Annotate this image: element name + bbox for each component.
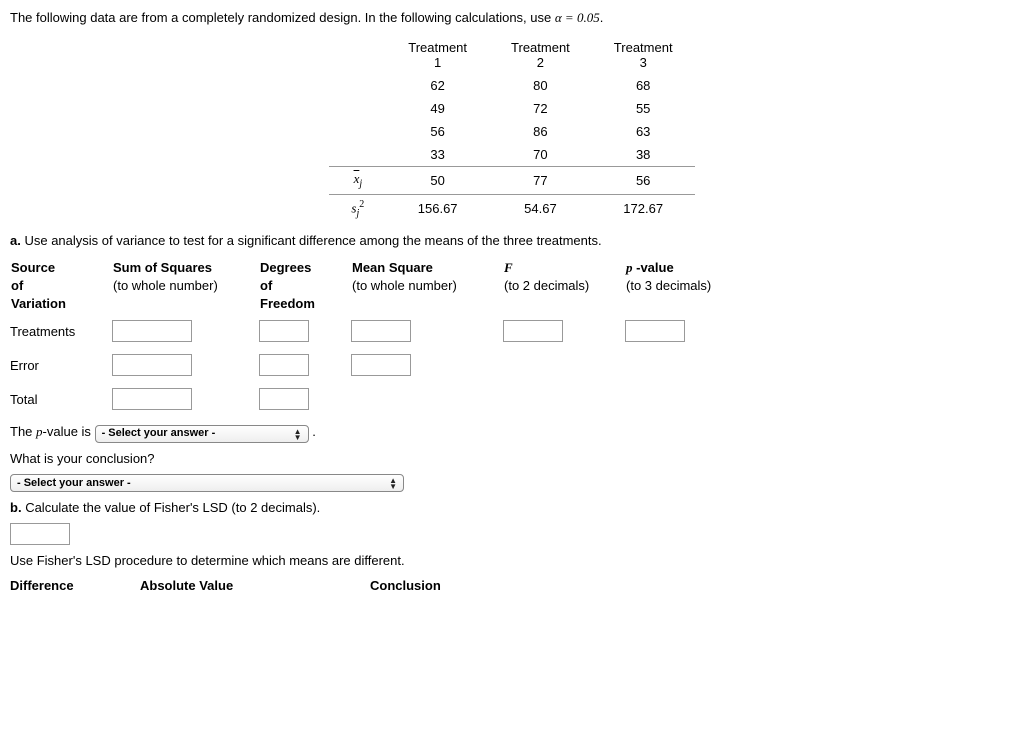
updown-icon: ▲▼ (389, 477, 397, 489)
mean-symbol: xj (329, 167, 386, 195)
error-ms-input[interactable] (351, 354, 411, 376)
anova-rowlabel-treatments: Treatments (10, 314, 112, 348)
intro-text: The following data are from a completely… (10, 10, 1014, 26)
anova-head-f: F (to 2 decimals) (503, 258, 625, 315)
part-b-text: Calculate the value of Fisher's LSD (to … (25, 500, 320, 515)
conclusion-question: What is your conclusion? (10, 451, 1014, 466)
total-df-input[interactable] (259, 388, 309, 410)
conclusion-select-label: - Select your answer - (17, 478, 131, 489)
part-b-label: b. (10, 500, 22, 515)
total-ss-input[interactable] (112, 388, 192, 410)
lsd-table-header: Difference Absolute Value Conclusion (10, 578, 1014, 593)
variance-symbol: sj2 (329, 194, 386, 222)
table-row: 56 86 63 (329, 120, 694, 143)
part-a-text: Use analysis of variance to test for a s… (24, 233, 601, 248)
treatments-df-input[interactable] (259, 320, 309, 342)
error-ss-input[interactable] (112, 354, 192, 376)
lsd-head-conclusion: Conclusion (370, 578, 570, 593)
anova-rowlabel-total: Total (10, 382, 112, 416)
table-row: 62 80 68 (329, 74, 694, 97)
col-header-t1: Treatment1 (386, 36, 489, 74)
treatments-p-input[interactable] (625, 320, 685, 342)
treatments-ms-input[interactable] (351, 320, 411, 342)
anova-rowlabel-error: Error (10, 348, 112, 382)
part-b-prompt: b. Calculate the value of Fisher's LSD (… (10, 500, 1014, 515)
anova-head-ms: Mean Square (to whole number) (351, 258, 503, 315)
pvalue-sentence: The p-value is - Select your answer - ▲▼… (10, 424, 1014, 443)
anova-row-total: Total (10, 382, 747, 416)
mean-row: xj 50 77 56 (329, 167, 694, 195)
anova-row-treatments: Treatments (10, 314, 747, 348)
pvalue-select[interactable]: - Select your answer - ▲▼ (95, 425, 309, 443)
fisher-instruction: Use Fisher's LSD procedure to determine … (10, 553, 1014, 568)
intro-prefix: The following data are from a completely… (10, 10, 555, 25)
treatments-ss-input[interactable] (112, 320, 192, 342)
intro-suffix: . (600, 10, 604, 25)
col-header-t3: Treatment3 (592, 36, 695, 74)
anova-head-ss: Sum of Squares (to whole number) (112, 258, 259, 315)
part-a-label: a. (10, 233, 21, 248)
table-row: 33 70 38 (329, 143, 694, 167)
alpha-expression: α = 0.05 (555, 10, 600, 25)
col-header-t2: Treatment2 (489, 36, 592, 74)
treatment-data-table: Treatment1 Treatment2 Treatment3 62 80 6… (329, 36, 694, 223)
table-row: 49 72 55 (329, 97, 694, 120)
anova-head-source: Source of Variation (10, 258, 112, 315)
treatments-f-input[interactable] (503, 320, 563, 342)
pvalue-select-label: - Select your answer - (102, 428, 216, 439)
error-df-input[interactable] (259, 354, 309, 376)
conclusion-select[interactable]: - Select your answer - ▲▼ (10, 474, 404, 492)
updown-icon: ▲▼ (294, 428, 302, 440)
variance-row: sj2 156.67 54.67 172.67 (329, 194, 694, 222)
anova-table: Source of Variation Sum of Squares (to w… (10, 258, 747, 417)
anova-row-error: Error (10, 348, 747, 382)
anova-head-p: p p -value-value (to 3 decimals) (625, 258, 747, 315)
lsd-head-difference: Difference (10, 578, 110, 593)
anova-head-df: Degrees of Freedom (259, 258, 351, 315)
lsd-head-absolute: Absolute Value (140, 578, 340, 593)
fishers-lsd-input[interactable] (10, 523, 70, 545)
part-a-prompt: a. Use analysis of variance to test for … (10, 233, 1014, 248)
